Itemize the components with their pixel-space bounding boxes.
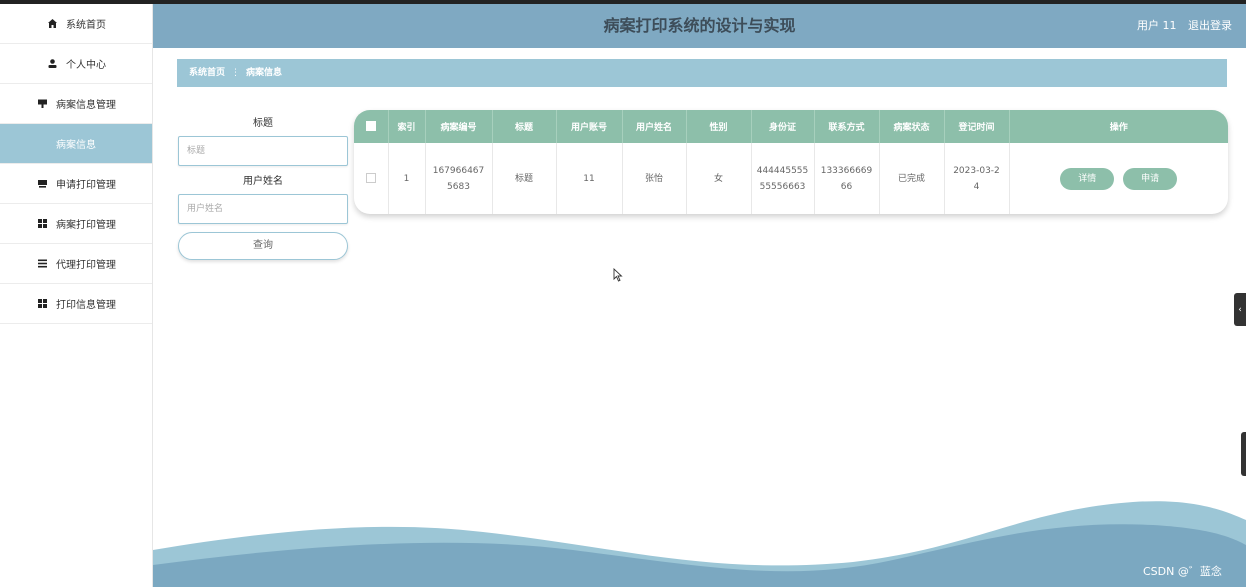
cell-gender: 女	[686, 143, 752, 214]
sidebar-item-print-info[interactable]: 打印信息管理	[0, 284, 152, 324]
grid-icon	[36, 218, 48, 230]
row-checkbox[interactable]	[354, 143, 389, 214]
cell-account: 11	[556, 143, 623, 214]
column-header: 索引	[388, 110, 426, 143]
sidebar-item-record-management[interactable]: 病案信息管理	[0, 84, 152, 124]
list-icon	[36, 258, 48, 270]
chevron-left-icon: ‹	[1238, 304, 1242, 315]
mouse-cursor-icon	[613, 268, 623, 282]
column-header: 用户账号	[556, 110, 623, 143]
cell-name: 张怡	[622, 143, 687, 214]
sidebar-item-label: 个人中心	[66, 60, 106, 71]
cell-reg-time: 2023-03-24	[944, 143, 1010, 214]
apply-button[interactable]: 申请	[1123, 167, 1178, 190]
table-header-row: 索引 病案编号 标题 用户账号 用户姓名 性别 身份证 联系方式 病案状态 登记…	[354, 110, 1228, 143]
cell-actions: 详情 申请	[1009, 143, 1228, 214]
sidebar: 系统首页 个人中心 病案信息管理 病案信息 申请打印管理 病案打印管理 代理打印…	[0, 4, 153, 587]
column-header: 联系方式	[814, 110, 880, 143]
watermark: CSDN @゛蓝念	[1143, 565, 1222, 578]
logout-link[interactable]: 退出登录	[1188, 19, 1232, 32]
top-header: 病案打印系统的设计与实现 用户 11 退出登录	[153, 4, 1246, 48]
cell-record-no: 1679664675683	[425, 143, 493, 214]
cell-id-card: 44444555555556663	[751, 143, 815, 214]
home-icon	[46, 18, 58, 30]
sidebar-item-apply-print[interactable]: 申请打印管理	[0, 164, 152, 204]
title-label: 标题	[253, 118, 273, 129]
sidebar-item-label: 代理打印管理	[56, 260, 116, 271]
side-scroll-tab[interactable]	[1241, 432, 1246, 476]
name-label: 用户姓名	[243, 176, 283, 187]
grid-icon	[36, 298, 48, 310]
name-input[interactable]: 用户姓名	[178, 194, 348, 224]
table-row: 1 1679664675683 标题 11 张怡 女 4444455555555…	[354, 143, 1228, 214]
column-header: 身份证	[751, 110, 815, 143]
cell-status: 已完成	[879, 143, 945, 214]
sidebar-item-home[interactable]: 系统首页	[0, 4, 152, 44]
breadcrumb-home[interactable]: 系统首页	[189, 68, 225, 78]
records-table: 索引 病案编号 标题 用户账号 用户姓名 性别 身份证 联系方式 病案状态 登记…	[354, 110, 1228, 214]
select-all-checkbox[interactable]	[354, 110, 389, 143]
page-title: 病案打印系统的设计与实现	[603, 16, 796, 35]
decorative-waves	[153, 501, 1246, 587]
detail-button[interactable]: 详情	[1060, 167, 1115, 190]
column-header: 登记时间	[944, 110, 1010, 143]
current-user: 用户 11	[1137, 19, 1177, 32]
breadcrumb: 系统首页 ⋮ 病案信息	[177, 59, 1227, 87]
cell-phone: 13336666966	[814, 143, 880, 214]
sidebar-item-proxy-print[interactable]: 代理打印管理	[0, 244, 152, 284]
sidebar-item-label: 病案信息管理	[56, 100, 116, 111]
sidebar-item-label: 系统首页	[66, 20, 106, 31]
sidebar-subitem-record-info[interactable]: 病案信息	[0, 124, 152, 164]
search-form: 标题 标题 用户姓名 用户姓名 查询	[178, 112, 348, 260]
column-header: 操作	[1109, 123, 1128, 133]
user-area: 用户 11 退出登录	[1129, 4, 1232, 48]
title-input[interactable]: 标题	[178, 136, 348, 166]
sidebar-item-label: 申请打印管理	[56, 180, 116, 191]
sidebar-item-label: 病案打印管理	[56, 220, 116, 231]
column-header: 病案编号	[425, 110, 493, 143]
breadcrumb-separator: ⋮	[231, 68, 241, 78]
person-icon	[46, 58, 58, 70]
query-button[interactable]: 查询	[178, 232, 348, 260]
collapse-panel-tab[interactable]: ‹	[1234, 293, 1246, 326]
sidebar-item-record-print[interactable]: 病案打印管理	[0, 204, 152, 244]
column-header: 病案状态	[879, 110, 945, 143]
cell-title: 标题	[492, 143, 557, 214]
column-header: 性别	[686, 110, 752, 143]
sidebar-item-label: 打印信息管理	[56, 300, 116, 311]
sidebar-item-label: 病案信息	[56, 140, 96, 151]
breadcrumb-current: 病案信息	[246, 68, 283, 78]
cell-index: 1	[388, 143, 426, 214]
column-header: 用户姓名	[622, 110, 687, 143]
record-icon	[36, 98, 48, 110]
print-icon	[36, 178, 48, 190]
column-header: 标题	[492, 110, 557, 143]
sidebar-item-profile[interactable]: 个人中心	[0, 44, 152, 84]
